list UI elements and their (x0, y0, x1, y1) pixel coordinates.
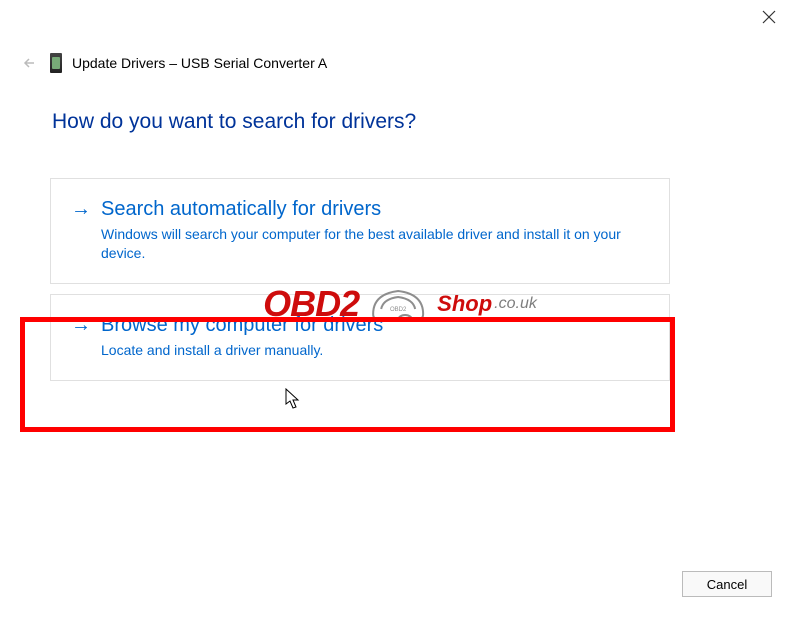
option-browse-manual[interactable]: → Browse my computer for drivers Locate … (50, 294, 670, 381)
driver-options: → Search automatically for drivers Windo… (50, 178, 670, 381)
option-title: Search automatically for drivers (101, 197, 649, 221)
page-heading: How do you want to search for drivers? (52, 110, 416, 134)
wizard-header: Update Drivers – USB Serial Converter A (20, 48, 780, 78)
close-button[interactable] (762, 10, 782, 30)
option-search-auto[interactable]: → Search automatically for drivers Windo… (50, 178, 670, 284)
device-icon (50, 53, 62, 73)
option-desc: Windows will search your computer for th… (101, 225, 649, 263)
option-desc: Locate and install a driver manually. (101, 341, 649, 360)
close-icon (762, 10, 776, 24)
cancel-button[interactable]: Cancel (682, 571, 772, 597)
window-titlebar (0, 0, 800, 32)
cursor-icon (285, 388, 303, 415)
back-button[interactable] (20, 53, 40, 73)
wizard-footer: Cancel (682, 571, 772, 597)
arrow-right-icon: → (71, 197, 91, 221)
option-title: Browse my computer for drivers (101, 313, 649, 337)
window-title: Update Drivers – USB Serial Converter A (72, 55, 327, 71)
arrow-left-icon (22, 55, 38, 71)
arrow-right-icon: → (71, 313, 91, 337)
